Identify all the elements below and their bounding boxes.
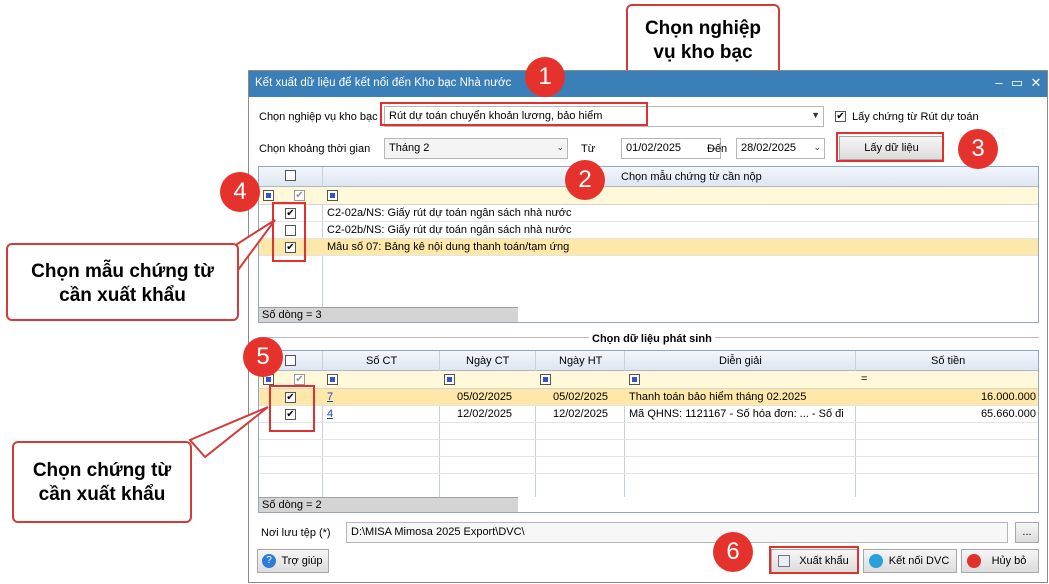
dien-giai-cell: Mã QHNS: 1121167 - Số hóa đơn: ... - Số … — [629, 408, 844, 420]
ngay-ct-cell: 12/02/2025 — [457, 408, 513, 420]
step-badge-5: 5 — [243, 337, 283, 377]
browse-button[interactable]: ... — [1015, 522, 1039, 543]
col-header-ngay-ht: Ngày HT — [559, 355, 603, 367]
col-header-dien-giai: Diễn giải — [719, 355, 762, 367]
template-row-count-text: Số dòng = 3 — [262, 309, 322, 321]
cancel-button[interactable]: Hủy bỏ — [961, 549, 1039, 573]
step-badge-1: 1 — [525, 57, 565, 97]
cancel-icon — [967, 554, 981, 568]
dien-giai-cell: Thanh toán bảo hiểm tháng 02.2025 — [629, 391, 807, 403]
so-ct-link[interactable]: 4 — [327, 408, 333, 420]
connect-dvc-button[interactable]: Kết nối DVC — [863, 549, 957, 573]
data-row[interactable]: ✔ 4 12/02/2025 12/02/2025 Mã QHNS: 11211… — [259, 406, 1038, 423]
filter-icon[interactable] — [629, 374, 640, 385]
window-title: Kết xuất dữ liệu để kết nối đến Kho bạc … — [255, 77, 512, 89]
select-all-data-checkbox[interactable] — [285, 355, 296, 366]
chevron-down-icon: ⌄ — [813, 142, 821, 152]
from-date-input[interactable]: 01/02/2025 ⌄ — [621, 138, 721, 159]
maximize-button[interactable]: ▭ — [1009, 75, 1025, 91]
filter-icon[interactable] — [444, 374, 455, 385]
template-row-text: C2-02b/NS: Giấy rút dự toán ngân sách nh… — [327, 224, 572, 236]
data-grid-header: Số CT Ngày CT Ngày HT Diễn giải Số tiền — [259, 351, 1038, 371]
data-grid: Số CT Ngày CT Ngày HT Diễn giải Số tiền … — [258, 350, 1039, 513]
close-button[interactable]: ✕ — [1028, 75, 1044, 91]
business-label: Chọn nghiệp vụ kho bạc — [259, 111, 378, 123]
from-date-value: 01/02/2025 — [626, 142, 682, 154]
filter-equals[interactable]: = — [861, 373, 867, 385]
chevron-down-icon: ▼ — [811, 110, 820, 120]
data-filter-row: ✔ = — [259, 371, 1038, 389]
callout-choose-voucher: Chọn chứng từ cần xuất khẩu — [12, 441, 192, 523]
col-header-so-tien: Số tiền — [931, 355, 966, 367]
col-header-so-ct: Số CT — [366, 355, 398, 367]
data-row-count-text: Số dòng = 2 — [262, 499, 322, 511]
step-badge-2: 2 — [565, 160, 605, 200]
so-tien-cell: 16.000.000 — [980, 391, 1036, 403]
template-grid: Chọn mẫu chứng từ cần nộp ✔ ✔ C2-02a/NS:… — [258, 166, 1039, 323]
filter-checkbox[interactable]: ✔ — [294, 374, 305, 385]
filter-icon[interactable] — [540, 374, 551, 385]
callout-choose-template: Chọn mẫu chứng từ cần xuất khẩu — [6, 243, 239, 321]
get-voucher-label: Lấy chứng từ Rút dự toán — [852, 111, 979, 123]
period-value: Tháng 2 — [389, 142, 430, 154]
template-row-count: Số dòng = 3 — [259, 307, 518, 322]
empty-row — [259, 423, 1038, 440]
save-path-label: Nơi lưu tệp (*) — [261, 527, 331, 539]
data-row[interactable]: ✔ 7 05/02/2025 05/02/2025 Thanh toán bảo… — [259, 389, 1038, 406]
template-row-text: Mẫu số 07: Bảng kê nội dung thanh toán/t… — [327, 241, 570, 253]
highlight-business-select — [380, 102, 648, 126]
save-path-value: D:\MISA Mimosa 2025 Export\DVC\ — [351, 526, 525, 538]
filter-icon[interactable] — [327, 374, 338, 385]
callout-choose-business: Chọn nghiệp vụ kho bạc — [626, 4, 780, 76]
template-row[interactable]: ✔ C2-02a/NS: Giấy rút dự toán ngân sách … — [259, 205, 1038, 222]
globe-icon — [869, 554, 883, 568]
period-label: Chọn khoảng thời gian — [259, 143, 371, 155]
to-label: Đến — [707, 143, 728, 155]
to-date-value: 28/02/2025 — [741, 142, 797, 154]
help-button-label: Trợ giúp — [281, 555, 323, 567]
title-bar: Kết xuất dữ liệu để kết nối đến Kho bạc … — [249, 71, 1047, 97]
highlight-get-data-button — [836, 132, 944, 162]
cancel-button-label: Hủy bỏ — [991, 555, 1027, 567]
so-ct-link[interactable]: 7 — [327, 391, 333, 403]
template-column-header: Chọn mẫu chứng từ cần nộp — [621, 171, 762, 183]
data-section-title: Chọn dữ liệu phát sinh — [589, 333, 715, 345]
template-row-text: C2-02a/NS: Giấy rút dự toán ngân sách nh… — [327, 207, 572, 219]
empty-row — [259, 457, 1038, 474]
to-date-input[interactable]: 28/02/2025 ⌄ — [736, 138, 825, 159]
template-filter-row: ✔ — [259, 187, 1038, 205]
get-voucher-checkbox[interactable]: ✔ — [835, 111, 846, 122]
connect-dvc-label: Kết nối DVC — [888, 555, 950, 567]
save-path-input[interactable]: D:\MISA Mimosa 2025 Export\DVC\ — [346, 522, 1008, 543]
ngay-ht-cell: 05/02/2025 — [553, 391, 609, 403]
template-row[interactable]: C2-02b/NS: Giấy rút dự toán ngân sách nh… — [259, 222, 1038, 239]
from-label: Từ — [581, 143, 596, 155]
filter-icon[interactable] — [327, 190, 338, 201]
template-grid-header: Chọn mẫu chứng từ cần nộp — [259, 167, 1038, 187]
select-all-template-checkbox[interactable] — [285, 170, 296, 181]
highlight-export-button — [769, 546, 859, 574]
empty-row — [259, 440, 1038, 457]
step-badge-3: 3 — [958, 129, 998, 169]
period-select[interactable]: Tháng 2 ⌄ — [384, 138, 568, 159]
ngay-ct-cell: 05/02/2025 — [457, 391, 513, 403]
minimize-button[interactable]: – — [991, 75, 1007, 91]
data-row-count: Số dòng = 2 — [259, 497, 518, 512]
help-button[interactable]: ? Trợ giúp — [257, 549, 329, 573]
step-badge-6: 6 — [713, 532, 753, 572]
so-tien-cell: 65.660.000 — [980, 408, 1036, 420]
help-icon: ? — [262, 554, 276, 568]
chevron-down-icon: ⌄ — [556, 142, 564, 152]
col-header-ngay-ct: Ngày CT — [466, 355, 510, 367]
template-row[interactable]: ✔ Mẫu số 07: Bảng kê nội dung thanh toán… — [259, 239, 1038, 256]
ngay-ht-cell: 12/02/2025 — [553, 408, 609, 420]
